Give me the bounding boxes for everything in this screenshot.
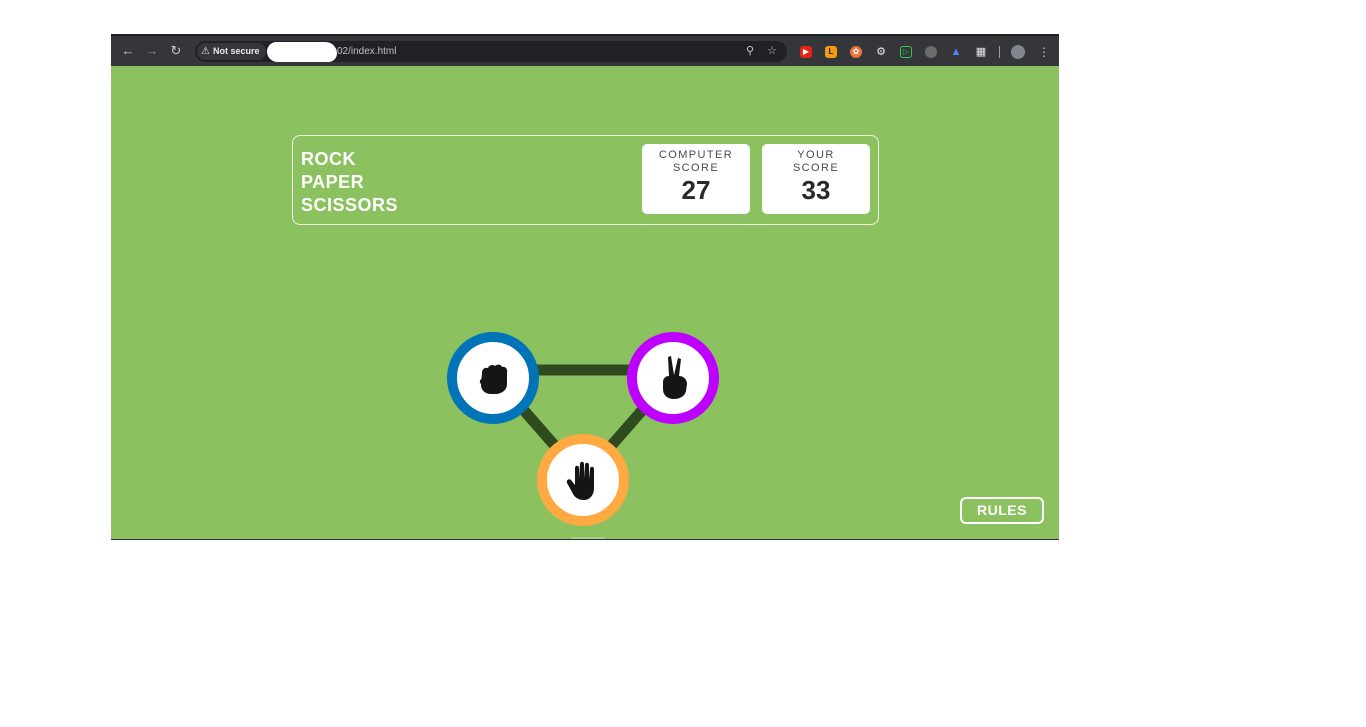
fist-icon xyxy=(479,364,508,394)
paper-choice-button[interactable] xyxy=(537,434,629,526)
browser-window: ← → ↻ ⚠ Not secure 02/index.html ⚲ ☆ ▶ L … xyxy=(111,34,1059,540)
open-hand-icon xyxy=(566,461,594,500)
bottom-indicator xyxy=(571,537,605,539)
rock-choice-button[interactable] xyxy=(447,332,539,424)
victory-hand-icon xyxy=(663,356,687,399)
scissors-choice-button[interactable] xyxy=(627,332,719,424)
rules-button[interactable]: RULES xyxy=(960,497,1044,524)
